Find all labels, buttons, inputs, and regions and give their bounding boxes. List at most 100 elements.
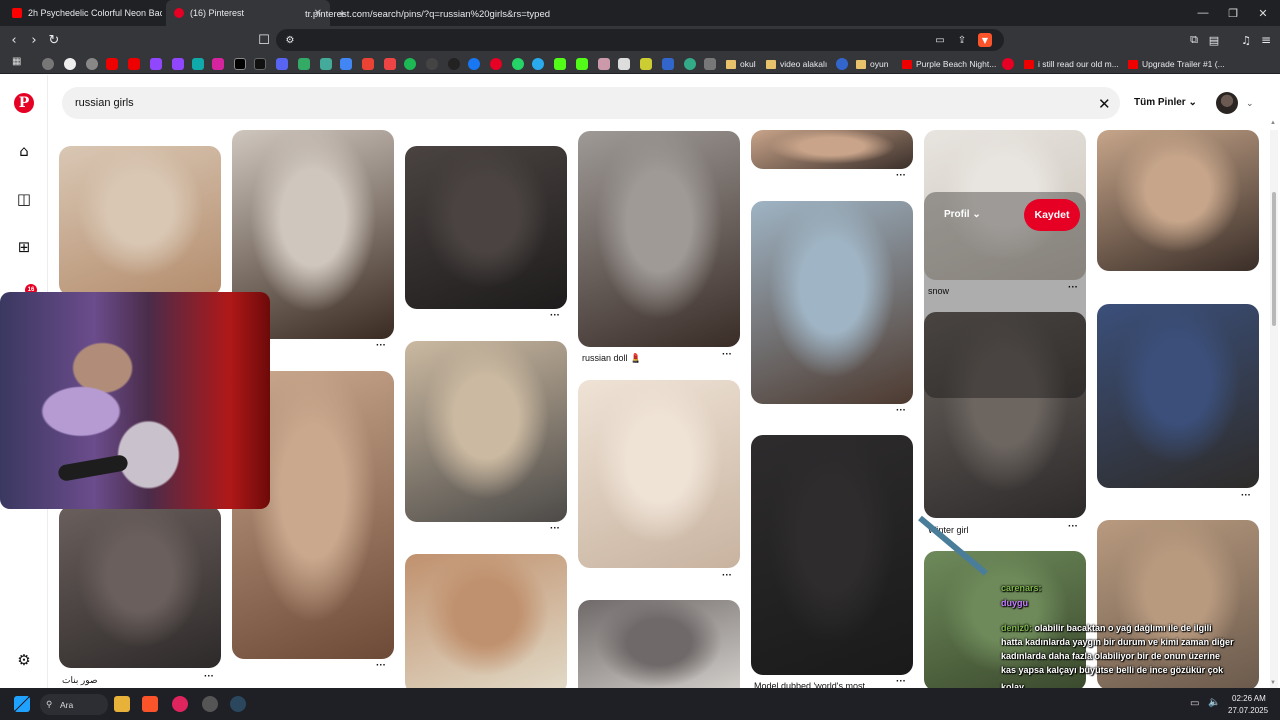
pin-image[interactable] xyxy=(578,131,740,347)
settings-icon[interactable] xyxy=(86,58,98,70)
bookmark-icon[interactable] xyxy=(384,58,396,70)
more-options-icon[interactable]: ··· xyxy=(722,570,732,581)
bookmark-upgrade-trailer[interactable]: Upgrade Trailer #1 (... xyxy=(1128,57,1225,71)
more-options-icon[interactable]: ··· xyxy=(376,340,386,351)
pinterest-logo-icon[interactable]: P xyxy=(14,93,34,113)
github-icon[interactable] xyxy=(448,58,460,70)
maximize-button[interactable]: ❐ xyxy=(1216,0,1250,26)
bookmark-icon[interactable] xyxy=(426,58,438,70)
pin-image[interactable] xyxy=(1097,130,1259,271)
pin-image[interactable] xyxy=(59,506,221,668)
google-icon[interactable] xyxy=(64,58,76,70)
x-icon[interactable] xyxy=(234,58,246,70)
taskbar-search[interactable]: ⚲ Ara xyxy=(40,694,108,715)
bookmark-icon[interactable] xyxy=(192,58,204,70)
save-button[interactable]: Kaydet xyxy=(1024,199,1080,231)
more-options-icon[interactable]: ··· xyxy=(896,170,906,181)
volume-icon[interactable]: 🔈 xyxy=(1208,697,1220,708)
pin-image[interactable] xyxy=(1097,304,1259,488)
close-window-button[interactable]: ✕ xyxy=(1246,0,1280,26)
twitch-icon[interactable] xyxy=(150,58,162,70)
tiktok-icon[interactable] xyxy=(254,58,266,70)
bookmark-icon[interactable] xyxy=(704,58,716,70)
bookmark-folder-oyun[interactable]: oyun xyxy=(856,57,888,71)
pin-image[interactable] xyxy=(405,554,567,688)
bookmark-folder-okul[interactable]: okul xyxy=(726,57,756,71)
pin-title[interactable]: russian doll 💄 xyxy=(582,353,641,364)
network-icon[interactable]: ▭ xyxy=(1190,698,1199,709)
menu-icon[interactable]: ≡ xyxy=(1258,32,1274,48)
bookmark-icon[interactable] xyxy=(298,58,310,70)
bookmark-folder-video[interactable]: video alakalı xyxy=(766,57,827,71)
tab-youtube[interactable]: 2h Psychedelic Colorful Neon Backgr xyxy=(4,0,162,26)
kick-icon[interactable] xyxy=(554,58,566,70)
profile-select-button[interactable]: Profil ⌄ xyxy=(944,209,981,220)
more-options-icon[interactable]: ··· xyxy=(722,349,732,360)
pin-image[interactable] xyxy=(751,130,913,169)
more-options-icon[interactable]: ··· xyxy=(376,660,386,671)
address-bar[interactable] xyxy=(276,29,1004,51)
cast-icon[interactable]: ▭ xyxy=(932,32,948,48)
bookmark-icon[interactable] xyxy=(684,58,696,70)
bookmark-purple-beach[interactable]: Purple Beach Night... xyxy=(902,57,996,71)
bookmark-icon[interactable]: ☐ xyxy=(256,32,272,48)
scroll-up-icon[interactable]: ▲ xyxy=(1270,120,1276,126)
more-options-icon[interactable]: ··· xyxy=(550,310,560,321)
clock-time[interactable]: 02:26 AM xyxy=(1232,694,1266,703)
youtube-icon[interactable] xyxy=(106,58,118,70)
clear-search-icon[interactable]: ✕ xyxy=(1098,95,1111,113)
clock-date[interactable]: 27.07.2025 xyxy=(1228,706,1268,715)
search-bar[interactable] xyxy=(62,87,1120,119)
pin-image[interactable] xyxy=(59,146,221,296)
avatar[interactable] xyxy=(1216,92,1238,114)
extensions-icon[interactable]: ⧉ xyxy=(1186,32,1202,48)
pinterest-icon[interactable] xyxy=(490,58,502,70)
brave-shield-icon[interactable]: ▼ xyxy=(978,33,992,47)
facebook-icon[interactable] xyxy=(468,58,480,70)
scroll-thumb[interactable] xyxy=(1272,192,1276,326)
scroll-down-icon[interactable]: ▼ xyxy=(1270,680,1276,686)
gmail-icon[interactable] xyxy=(362,58,374,70)
pin-image[interactable] xyxy=(751,435,913,675)
pin-image[interactable] xyxy=(578,600,740,688)
pin-image[interactable] xyxy=(578,380,740,568)
media-icon[interactable]: ♫ xyxy=(1238,32,1254,48)
search-input[interactable]: russian girls xyxy=(75,97,134,109)
back-icon[interactable]: ‹ xyxy=(6,32,22,48)
telegram-icon[interactable] xyxy=(532,58,544,70)
filter-dropdown[interactable]: Tüm Pinler ⌄ xyxy=(1134,97,1197,108)
steam-icon[interactable] xyxy=(230,696,246,712)
bookmark-icon[interactable] xyxy=(836,58,848,70)
pinterest-icon[interactable] xyxy=(1002,58,1014,70)
instagram-icon[interactable] xyxy=(212,58,224,70)
more-options-icon[interactable]: ··· xyxy=(896,405,906,416)
whatsapp-icon[interactable] xyxy=(512,58,524,70)
more-options-icon[interactable]: ··· xyxy=(204,671,214,682)
more-options-icon[interactable]: ··· xyxy=(896,676,906,687)
pin-image[interactable] xyxy=(405,341,567,522)
site-info-icon[interactable]: ⚙ xyxy=(282,32,298,48)
windows-start-icon[interactable] xyxy=(14,696,30,712)
spotify-icon[interactable] xyxy=(404,58,416,70)
forward-icon[interactable]: › xyxy=(26,32,42,48)
twitch-icon[interactable] xyxy=(172,58,184,70)
app-icon[interactable] xyxy=(202,696,218,712)
minimize-button[interactable]: — xyxy=(1186,0,1220,26)
reload-icon[interactable]: ↻ xyxy=(46,32,62,48)
bookmark-icon[interactable] xyxy=(618,58,630,70)
bookmark-icon[interactable] xyxy=(640,58,652,70)
pin-title[interactable]: Model dubbed 'world's most xyxy=(754,681,865,688)
more-options-icon[interactable]: ··· xyxy=(550,523,560,534)
discord-icon[interactable] xyxy=(276,58,288,70)
more-options-icon[interactable]: ··· xyxy=(1068,521,1078,532)
more-options-icon[interactable]: ··· xyxy=(1241,490,1251,501)
bookmark-icon[interactable] xyxy=(598,58,610,70)
youtube-icon[interactable] xyxy=(128,58,140,70)
file-explorer-icon[interactable] xyxy=(114,696,130,712)
kick-icon[interactable] xyxy=(576,58,588,70)
bookmark-icon[interactable] xyxy=(662,58,674,70)
translate-icon[interactable] xyxy=(340,58,352,70)
apps-icon[interactable]: ▦ xyxy=(12,56,24,68)
share-icon[interactable]: ⇪ xyxy=(954,32,970,48)
media-player-icon[interactable] xyxy=(172,696,188,712)
